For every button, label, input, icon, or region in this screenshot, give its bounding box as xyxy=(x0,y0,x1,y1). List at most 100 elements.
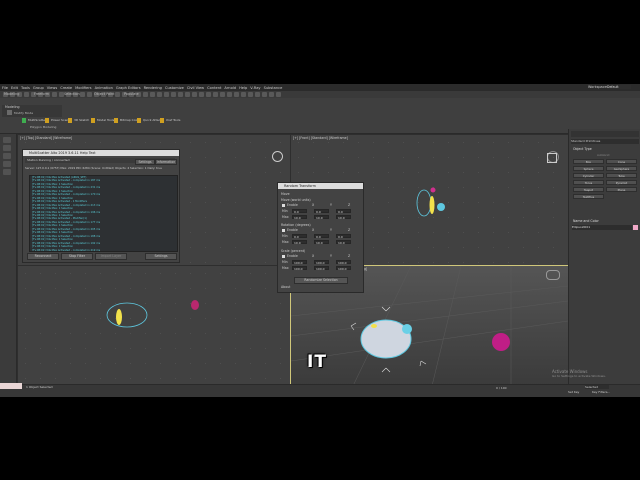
toolbar-tool-icon[interactable] xyxy=(262,92,267,97)
set-key-button[interactable]: Set Key xyxy=(568,390,579,394)
frame-counter[interactable]: 0 / 100 xyxy=(496,386,507,390)
polygon-modeling-label[interactable]: Polygon Modeling xyxy=(30,125,56,129)
pos-axis-toggle[interactable]: X xyxy=(312,203,314,207)
scale-min-field[interactable]: 100.0 xyxy=(336,260,351,265)
primitive-button[interactable]: Sphere xyxy=(573,166,604,171)
menu-item[interactable]: V-Ray xyxy=(250,86,260,90)
key-filters-button[interactable]: Key Filters... xyxy=(592,390,610,394)
log-info-button[interactable]: Information xyxy=(155,159,177,165)
rot-min-field[interactable]: 0.0 xyxy=(292,234,307,239)
toolbar-tool-icon[interactable] xyxy=(52,92,57,97)
import-layer-button[interactable]: Import Layer xyxy=(95,253,127,260)
workspace-dropdown[interactable]: Default xyxy=(607,85,631,89)
toolbar-tool-icon[interactable] xyxy=(276,92,281,97)
menu-item[interactable]: Arnold xyxy=(224,86,236,90)
primitive-dropdown[interactable]: Standard Primitives xyxy=(571,139,639,144)
rot-max-field[interactable]: 10.0 xyxy=(314,240,329,245)
log-output[interactable]: [Tv:08:01] 3ds Max Activated (ARGS_SET)[… xyxy=(29,175,178,252)
rot-max-field[interactable]: 10.0 xyxy=(292,240,307,245)
filter-icon[interactable] xyxy=(3,153,11,159)
toolbar-tool-icon[interactable] xyxy=(143,92,148,97)
toolbar-tool-icon[interactable] xyxy=(234,92,239,97)
log-settings-bottom-button[interactable]: Settings xyxy=(145,253,177,260)
primitive-button[interactable]: Plane xyxy=(606,187,637,192)
menu-item[interactable]: File xyxy=(2,86,8,90)
plugin-label[interactable]: 3D Sketch xyxy=(74,118,89,122)
toolbar-tool-icon[interactable] xyxy=(206,92,211,97)
rot-axis-toggle[interactable]: Y xyxy=(330,228,332,232)
toolbar-tool-icon[interactable] xyxy=(213,92,218,97)
toolbar-tool-icon[interactable] xyxy=(192,92,197,97)
randomize-button[interactable]: Randomize Selection xyxy=(294,277,348,284)
ribbon-tab[interactable]: Populate xyxy=(124,92,139,96)
menu-item[interactable]: Animation xyxy=(95,86,113,90)
pos-axis-toggle[interactable]: Y xyxy=(330,203,332,207)
primitive-button[interactable]: Cylinder xyxy=(573,173,604,178)
plugin-icon[interactable] xyxy=(114,118,118,123)
scale-enable-checkbox[interactable] xyxy=(282,255,285,258)
toolbar-tool-icon[interactable] xyxy=(227,92,232,97)
toolbar-tool-icon[interactable] xyxy=(87,92,92,97)
scale-max-field[interactable]: 100.0 xyxy=(292,266,307,271)
primitive-button[interactable]: Teapot xyxy=(573,187,604,192)
plugin-icon[interactable] xyxy=(91,118,95,123)
toolbar-tool-icon[interactable] xyxy=(199,92,204,97)
pos-enable-checkbox[interactable] xyxy=(282,204,285,207)
plugin-icon[interactable] xyxy=(137,118,141,123)
primitive-button[interactable]: TextPlus xyxy=(573,194,604,199)
rot-axis-toggle[interactable]: Z xyxy=(348,228,350,232)
toolbar-tool-icon[interactable] xyxy=(24,92,29,97)
toolbar-tool-icon[interactable] xyxy=(164,92,169,97)
viewcube-top-right[interactable] xyxy=(547,153,557,163)
display-icon[interactable] xyxy=(3,169,11,175)
primitive-button[interactable]: Torus xyxy=(573,180,604,185)
toolbar-tool-icon[interactable] xyxy=(185,92,190,97)
plugin-label[interactable]: Xref Tools xyxy=(166,118,180,122)
plugin-icon[interactable] xyxy=(45,118,49,123)
scale-axis-toggle[interactable]: Z xyxy=(348,254,350,258)
menu-item[interactable]: Create xyxy=(60,86,72,90)
transform-dialog-title[interactable]: Random Transform xyxy=(278,183,363,189)
rot-min-field[interactable]: 0.0 xyxy=(314,234,329,239)
object-type-rollout[interactable]: Object Type xyxy=(573,147,592,151)
plugin-icon[interactable] xyxy=(160,118,164,123)
rot-enable-checkbox[interactable] xyxy=(282,229,285,232)
autogrid-checkbox[interactable]: AutoGrid xyxy=(597,153,609,157)
reconnect-button[interactable]: Reconnect xyxy=(27,253,59,260)
primitive-button[interactable]: Tube xyxy=(606,173,637,178)
plugin-label[interactable]: Model Tools xyxy=(97,118,114,122)
toolbar-tool-icon[interactable] xyxy=(255,92,260,97)
toolbar-tool-icon[interactable] xyxy=(178,92,183,97)
ribbon-tab[interactable]: Selection xyxy=(64,92,80,96)
command-panel-tabs[interactable] xyxy=(571,131,639,137)
stop-filter-button[interactable]: Stop Filter xyxy=(61,253,93,260)
menu-item[interactable]: Help xyxy=(239,86,247,90)
rot-max-field[interactable]: 10.0 xyxy=(336,240,351,245)
menu-item[interactable]: Views xyxy=(47,86,57,90)
maxscript-listener[interactable] xyxy=(0,383,22,389)
toolbar-tool-icon[interactable] xyxy=(157,92,162,97)
menu-item[interactable]: Tools xyxy=(21,86,30,90)
viewcube-perspective[interactable] xyxy=(546,270,560,280)
plugin-icon[interactable] xyxy=(68,118,72,123)
pos-max-field[interactable]: 10.0 xyxy=(292,215,307,220)
pos-min-field[interactable]: 0.0 xyxy=(292,209,307,214)
pos-min-field[interactable]: 0.0 xyxy=(314,209,329,214)
ribbon-tab[interactable]: Freeform xyxy=(34,92,49,96)
menu-item[interactable]: Civil View xyxy=(187,86,204,90)
ribbon-tab[interactable]: Modeling xyxy=(4,92,19,96)
sort-icon[interactable] xyxy=(3,161,11,167)
pos-min-field[interactable]: 0.0 xyxy=(336,209,351,214)
toolbar-tool-icon[interactable] xyxy=(80,92,85,97)
object-color-swatch[interactable] xyxy=(633,225,638,230)
object-name-field[interactable]: Ellipsoid001 xyxy=(572,225,632,230)
scene-explorer-icon[interactable] xyxy=(3,137,11,143)
scale-max-field[interactable]: 100.0 xyxy=(336,266,351,271)
plugin-icon[interactable] xyxy=(22,118,26,123)
menu-item[interactable]: Content xyxy=(207,86,221,90)
menu-item[interactable]: Rendering xyxy=(144,86,162,90)
menu-item[interactable]: Graph Editors xyxy=(116,86,141,90)
pos-max-field[interactable]: 10.0 xyxy=(314,215,329,220)
log-settings-button[interactable]: Settings xyxy=(135,159,155,165)
selected-dropdown[interactable]: Selected xyxy=(585,385,609,389)
